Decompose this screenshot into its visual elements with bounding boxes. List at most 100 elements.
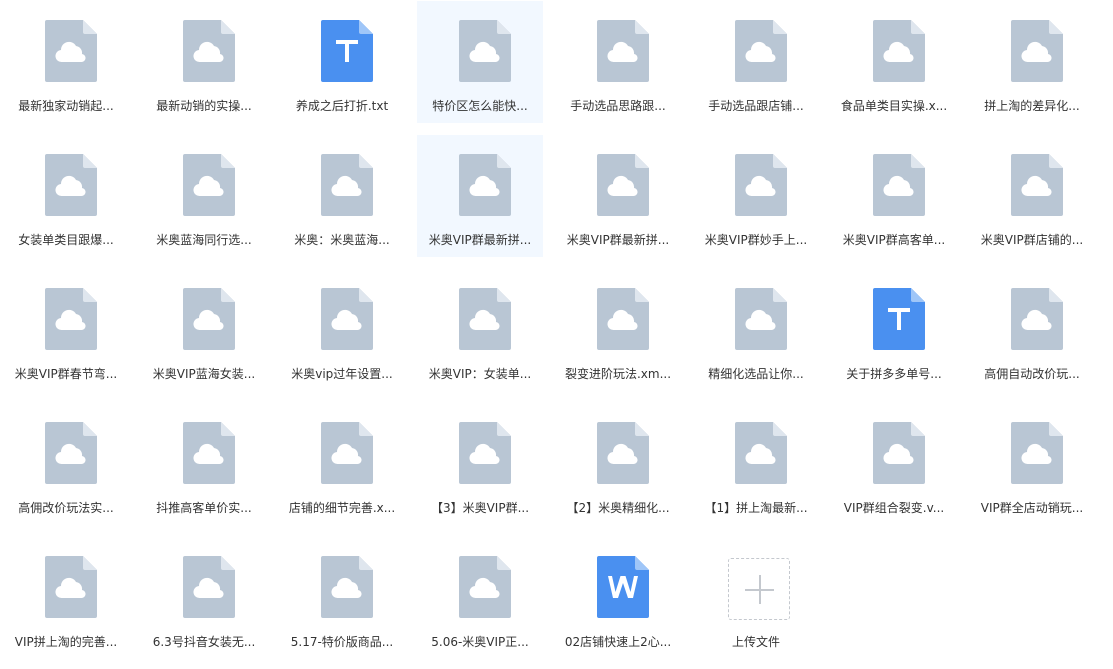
file-item[interactable]: 抖推高客单价实... bbox=[141, 403, 267, 525]
file-item[interactable]: 关于拼多多单号... bbox=[831, 269, 957, 391]
cloud-file-icon bbox=[45, 20, 97, 82]
file-item[interactable]: 店铺的细节完善.x... bbox=[279, 403, 405, 525]
file-item[interactable]: 手动选品思路跟... bbox=[555, 1, 681, 123]
file-name: 特价区怎么能快... bbox=[432, 99, 528, 113]
file-item[interactable]: 米奥蓝海同行选... bbox=[141, 135, 267, 257]
file-item[interactable]: VIP群组合裂变.v... bbox=[831, 403, 957, 525]
cloud-file-icon bbox=[321, 422, 373, 484]
cloud-file-icon bbox=[459, 20, 511, 82]
cloud-file-icon bbox=[183, 422, 235, 484]
file-item[interactable]: 米奥VIP群春节弯... bbox=[3, 269, 129, 391]
cloud-file-icon bbox=[873, 154, 925, 216]
cloud-file-icon bbox=[597, 20, 649, 82]
file-name: 米奥VIP群妙手上... bbox=[704, 233, 808, 247]
file-name: VIP群组合裂变.v... bbox=[843, 501, 945, 515]
text-file-icon bbox=[873, 288, 925, 350]
cloud-file-icon bbox=[459, 556, 511, 618]
cloud-file-icon bbox=[873, 422, 925, 484]
file-item[interactable]: 裂变进阶玩法.xm... bbox=[555, 269, 681, 391]
file-item[interactable]: 特价区怎么能快... bbox=[417, 1, 543, 123]
file-item[interactable]: 米奥vip过年设置... bbox=[279, 269, 405, 391]
file-name: 手动选品思路跟... bbox=[570, 99, 666, 113]
file-name: 高佣自动改价玩... bbox=[984, 367, 1080, 381]
file-name: 高佣改价玩法实... bbox=[18, 501, 114, 515]
file-item[interactable]: 最新独家动销起... bbox=[3, 1, 129, 123]
file-item[interactable]: 高佣自动改价玩... bbox=[969, 269, 1095, 391]
cloud-file-icon bbox=[597, 288, 649, 350]
file-item[interactable]: 米奥VIP群妙手上... bbox=[693, 135, 819, 257]
file-item[interactable]: 5.06-米奥VIP正... bbox=[417, 537, 543, 659]
file-name: 手动选品跟店铺... bbox=[708, 99, 804, 113]
file-name: 关于拼多多单号... bbox=[846, 367, 942, 381]
cloud-file-icon bbox=[597, 422, 649, 484]
file-name: 【1】拼上淘最新... bbox=[704, 501, 808, 515]
cloud-file-icon bbox=[45, 422, 97, 484]
file-item[interactable]: 最新动销的实操... bbox=[141, 1, 267, 123]
file-item[interactable]: 米奥VIP群最新拼... bbox=[555, 135, 681, 257]
file-item[interactable]: 米奥VIP蓝海女装... bbox=[141, 269, 267, 391]
cloud-file-icon bbox=[183, 556, 235, 618]
cloud-file-icon bbox=[1011, 422, 1063, 484]
file-name: 店铺的细节完善.x... bbox=[288, 501, 396, 515]
cloud-file-icon bbox=[735, 422, 787, 484]
file-item[interactable]: 高佣改价玩法实... bbox=[3, 403, 129, 525]
file-item[interactable]: 米奥VIP：女装单... bbox=[417, 269, 543, 391]
cloud-file-icon bbox=[1011, 288, 1063, 350]
cloud-file-icon bbox=[45, 288, 97, 350]
file-name: 米奥VIP群春节弯... bbox=[14, 367, 118, 381]
file-item[interactable]: VIP群全店动销玩... bbox=[969, 403, 1095, 525]
file-item[interactable]: 拼上淘的差异化... bbox=[969, 1, 1095, 123]
cloud-file-icon bbox=[1011, 20, 1063, 82]
cloud-file-icon bbox=[321, 288, 373, 350]
file-name: 最新独家动销起... bbox=[18, 99, 114, 113]
file-name: 米奥VIP群店铺的... bbox=[980, 233, 1084, 247]
cloud-file-icon bbox=[1011, 154, 1063, 216]
cloud-file-icon bbox=[183, 20, 235, 82]
file-item[interactable]: 【1】拼上淘最新... bbox=[693, 403, 819, 525]
file-item[interactable]: 女装单类目跟爆... bbox=[3, 135, 129, 257]
cloud-file-icon bbox=[45, 154, 97, 216]
cloud-file-icon bbox=[321, 556, 373, 618]
file-item[interactable]: 养成之后打折.txt bbox=[279, 1, 405, 123]
file-item[interactable]: 手动选品跟店铺... bbox=[693, 1, 819, 123]
file-name: 5.17-特价版商品... bbox=[290, 635, 394, 649]
file-item[interactable]: 食品单类目实操.x... bbox=[831, 1, 957, 123]
file-name: 精细化选品让你... bbox=[708, 367, 804, 381]
file-name: 女装单类目跟爆... bbox=[18, 233, 114, 247]
file-item[interactable]: 米奥VIP群高客单... bbox=[831, 135, 957, 257]
file-name: 米奥VIP群高客单... bbox=[842, 233, 946, 247]
cloud-file-icon bbox=[735, 288, 787, 350]
file-name: VIP群全店动销玩... bbox=[980, 501, 1084, 515]
file-item[interactable]: 【3】米奥VIP群... bbox=[417, 403, 543, 525]
file-item[interactable]: 米奥：米奥蓝海... bbox=[279, 135, 405, 257]
file-name: 米奥VIP群最新拼... bbox=[428, 233, 532, 247]
file-name: 食品单类目实操.x... bbox=[840, 99, 948, 113]
file-name: 养成之后打折.txt bbox=[295, 99, 389, 113]
file-item[interactable]: 6.3号抖音女装无... bbox=[141, 537, 267, 659]
file-grid: 最新独家动销起... 最新动销的实操... 养成之后打折.txt 特价区怎么能快...… bbox=[0, 0, 1113, 669]
cloud-file-icon bbox=[597, 154, 649, 216]
file-item[interactable]: VIP拼上淘的完善... bbox=[3, 537, 129, 659]
file-name: 米奥VIP群最新拼... bbox=[566, 233, 670, 247]
cloud-file-icon bbox=[735, 154, 787, 216]
file-item[interactable]: 米奥VIP群最新拼... bbox=[417, 135, 543, 257]
cloud-file-icon bbox=[459, 288, 511, 350]
plus-icon bbox=[728, 558, 790, 620]
file-item[interactable]: 精细化选品让你... bbox=[693, 269, 819, 391]
file-name: 6.3号抖音女装无... bbox=[152, 635, 256, 649]
file-name: 裂变进阶玩法.xm... bbox=[564, 367, 672, 381]
file-name: 米奥vip过年设置... bbox=[291, 367, 393, 381]
cloud-file-icon bbox=[321, 154, 373, 216]
file-item[interactable]: 02店铺快速上2心... bbox=[555, 537, 681, 659]
file-name: 米奥VIP蓝海女装... bbox=[152, 367, 256, 381]
file-name: 5.06-米奥VIP正... bbox=[431, 635, 529, 649]
upload-file-button[interactable]: 上传文件 bbox=[693, 537, 819, 659]
file-name: 米奥蓝海同行选... bbox=[156, 233, 252, 247]
file-item[interactable]: 米奥VIP群店铺的... bbox=[969, 135, 1095, 257]
file-item[interactable]: 【2】米奥精细化... bbox=[555, 403, 681, 525]
cloud-file-icon bbox=[459, 154, 511, 216]
file-name: 米奥：米奥蓝海... bbox=[294, 233, 390, 247]
file-name: 抖推高客单价实... bbox=[156, 501, 252, 515]
cloud-file-icon bbox=[183, 288, 235, 350]
file-item[interactable]: 5.17-特价版商品... bbox=[279, 537, 405, 659]
